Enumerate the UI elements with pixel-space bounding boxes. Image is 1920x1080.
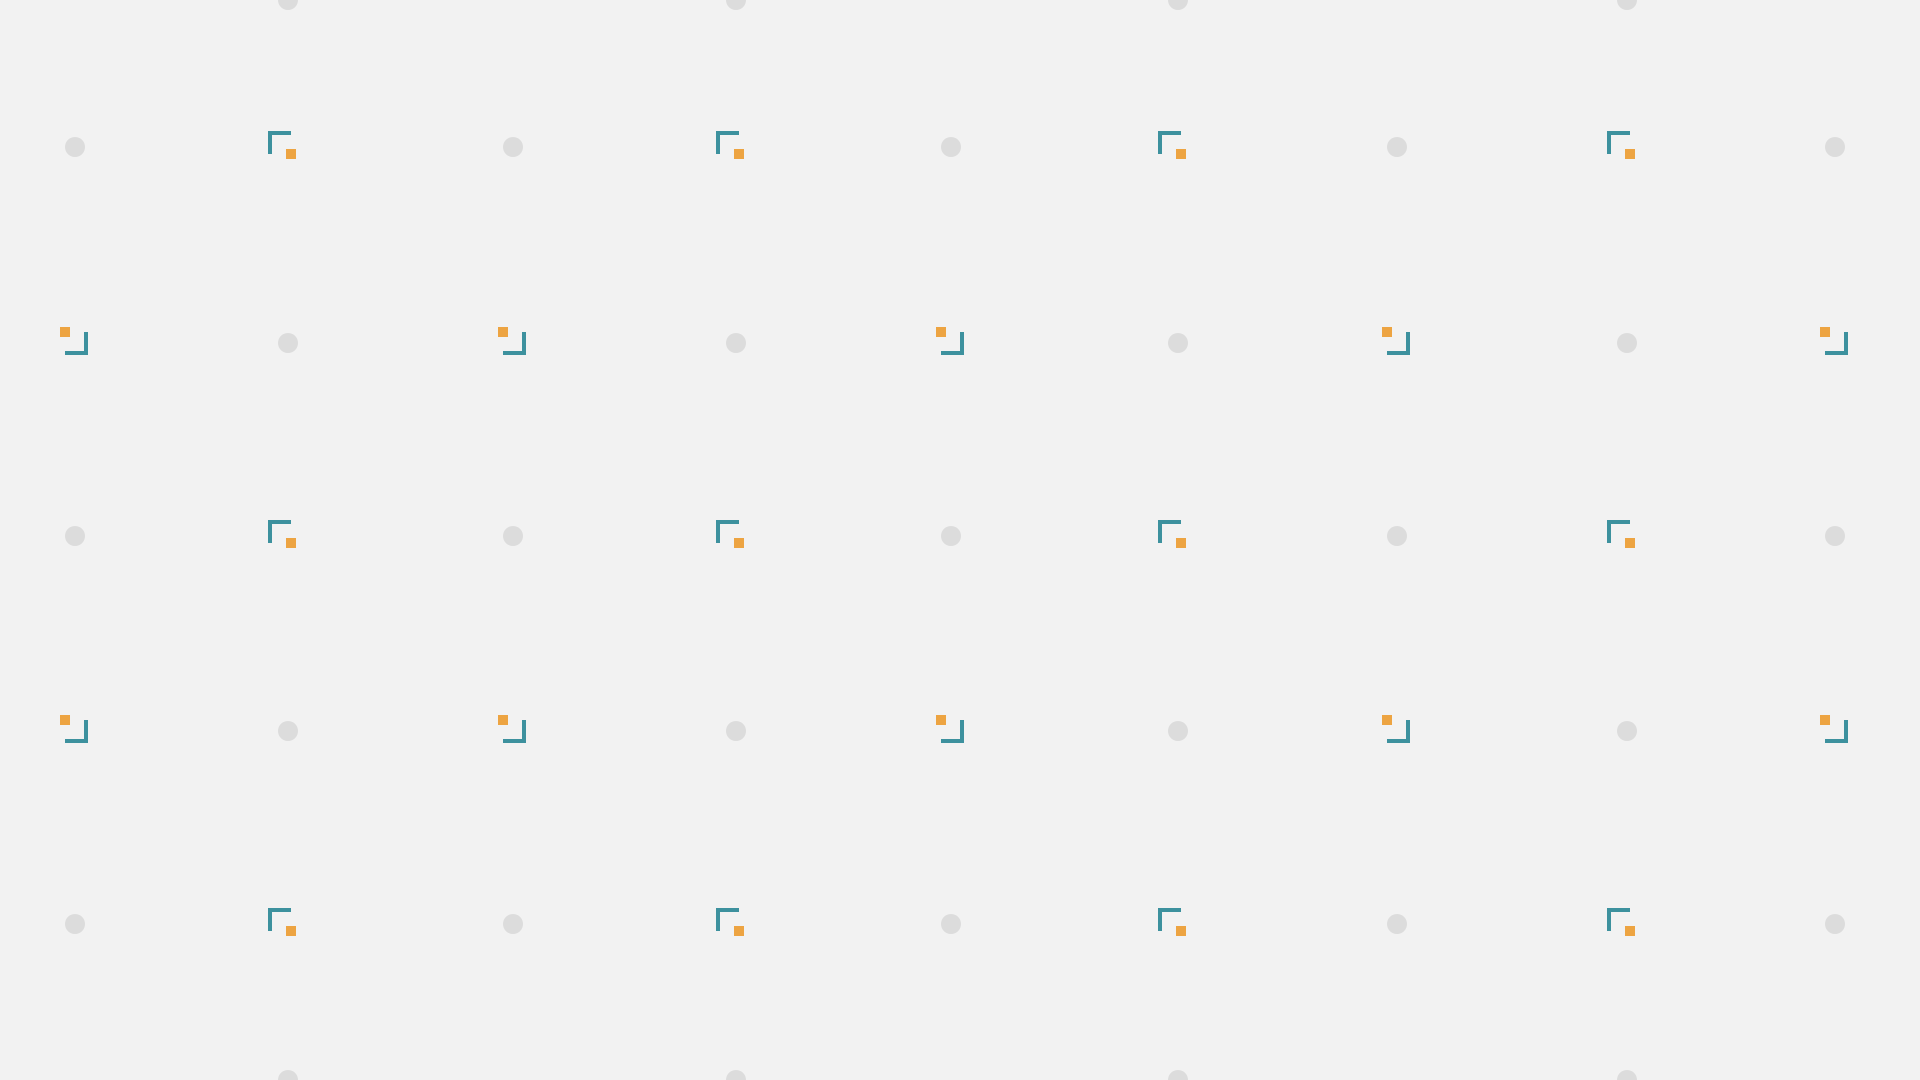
corner-bracket-top-left-icon [716, 131, 744, 159]
corner-bracket-top-left-icon [268, 520, 296, 548]
dot-icon [1168, 0, 1188, 10]
corner-bracket-bottom-right-icon [60, 715, 88, 743]
dot-icon [1617, 721, 1637, 741]
dot-icon [1387, 914, 1407, 934]
dot-icon [726, 1070, 746, 1080]
dot-icon [503, 526, 523, 546]
dot-icon [1387, 137, 1407, 157]
dot-icon [278, 0, 298, 10]
dot-icon [503, 137, 523, 157]
dot-icon [941, 526, 961, 546]
pattern-canvas [0, 0, 1920, 1080]
dot-icon [941, 914, 961, 934]
corner-bracket-top-left-icon [1158, 908, 1186, 936]
dot-icon [726, 721, 746, 741]
corner-bracket-bottom-right-icon [1820, 327, 1848, 355]
dot-icon [726, 333, 746, 353]
dot-icon [1387, 526, 1407, 546]
corner-bracket-top-left-icon [1158, 520, 1186, 548]
corner-bracket-top-left-icon [716, 908, 744, 936]
corner-bracket-top-left-icon [1607, 131, 1635, 159]
corner-bracket-top-left-icon [268, 131, 296, 159]
dot-icon [65, 914, 85, 934]
dot-icon [503, 914, 523, 934]
dot-icon [941, 137, 961, 157]
dot-icon [278, 1070, 298, 1080]
corner-bracket-bottom-right-icon [498, 715, 526, 743]
corner-bracket-top-left-icon [268, 908, 296, 936]
corner-bracket-top-left-icon [1607, 908, 1635, 936]
dot-icon [65, 526, 85, 546]
dot-icon [65, 137, 85, 157]
corner-bracket-bottom-right-icon [936, 715, 964, 743]
dot-icon [1168, 721, 1188, 741]
dot-icon [1617, 0, 1637, 10]
corner-bracket-bottom-right-icon [1382, 327, 1410, 355]
dot-icon [278, 333, 298, 353]
corner-bracket-bottom-right-icon [1382, 715, 1410, 743]
corner-bracket-bottom-right-icon [498, 327, 526, 355]
dot-icon [1168, 333, 1188, 353]
corner-bracket-top-left-icon [1607, 520, 1635, 548]
dot-icon [1168, 1070, 1188, 1080]
corner-bracket-top-left-icon [1158, 131, 1186, 159]
dot-icon [1825, 914, 1845, 934]
corner-bracket-bottom-right-icon [936, 327, 964, 355]
dot-icon [278, 721, 298, 741]
dot-icon [1825, 137, 1845, 157]
dot-icon [1825, 526, 1845, 546]
dot-icon [1617, 333, 1637, 353]
corner-bracket-bottom-right-icon [60, 327, 88, 355]
dot-icon [1617, 1070, 1637, 1080]
dot-icon [726, 0, 746, 10]
corner-bracket-bottom-right-icon [1820, 715, 1848, 743]
corner-bracket-top-left-icon [716, 520, 744, 548]
